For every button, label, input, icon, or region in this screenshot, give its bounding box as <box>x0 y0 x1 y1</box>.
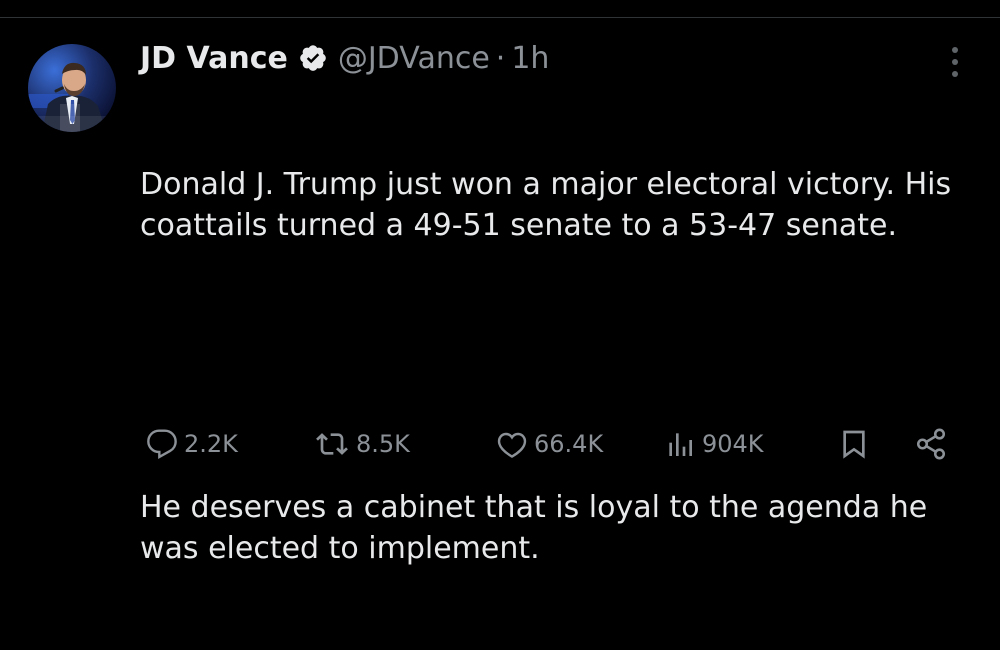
heart-icon <box>497 432 527 458</box>
reply-count: 2.2K <box>184 430 238 458</box>
more-button[interactable] <box>940 42 970 82</box>
author-name[interactable]: JD Vance <box>140 41 288 76</box>
reply-button[interactable]: 2.2K <box>146 420 238 468</box>
repost-button[interactable]: 8.5K <box>314 420 410 468</box>
like-count: 66.4K <box>534 430 604 458</box>
share-icon <box>916 428 946 460</box>
views-chart-icon <box>669 433 692 456</box>
timestamp[interactable]: 1h <box>511 41 549 76</box>
more-vertical-icon <box>952 47 958 77</box>
share-button[interactable] <box>914 420 948 468</box>
avatar-image <box>28 44 116 132</box>
views-button[interactable]: 904K <box>664 420 764 468</box>
avatar[interactable] <box>28 44 116 132</box>
repost-icon <box>316 433 348 455</box>
bookmark-icon <box>843 430 865 459</box>
tweet-paragraph-1: Donald J. Trump just won a major elector… <box>140 167 961 243</box>
separator-dot: · <box>495 40 506 76</box>
author-handle[interactable]: @JDVance <box>338 41 490 76</box>
tweet-text: Donald J. Trump just won a major elector… <box>140 84 985 650</box>
repost-count: 8.5K <box>356 430 410 458</box>
verified-badge-icon <box>298 43 328 73</box>
action-bar: 2.2K 8.5K 66.4K 904K <box>146 420 966 468</box>
like-button[interactable]: 66.4K <box>496 420 603 468</box>
reply-icon <box>147 429 177 459</box>
tweet: JD Vance @JDVance · 1h Donald J. Trump j… <box>0 0 1000 566</box>
views-count: 904K <box>702 430 764 458</box>
tweet-paragraph-2: He deserves a cabinet that is loyal to t… <box>140 490 937 566</box>
bookmark-button[interactable] <box>838 420 870 468</box>
tweet-header: JD Vance @JDVance · 1h <box>140 36 549 80</box>
